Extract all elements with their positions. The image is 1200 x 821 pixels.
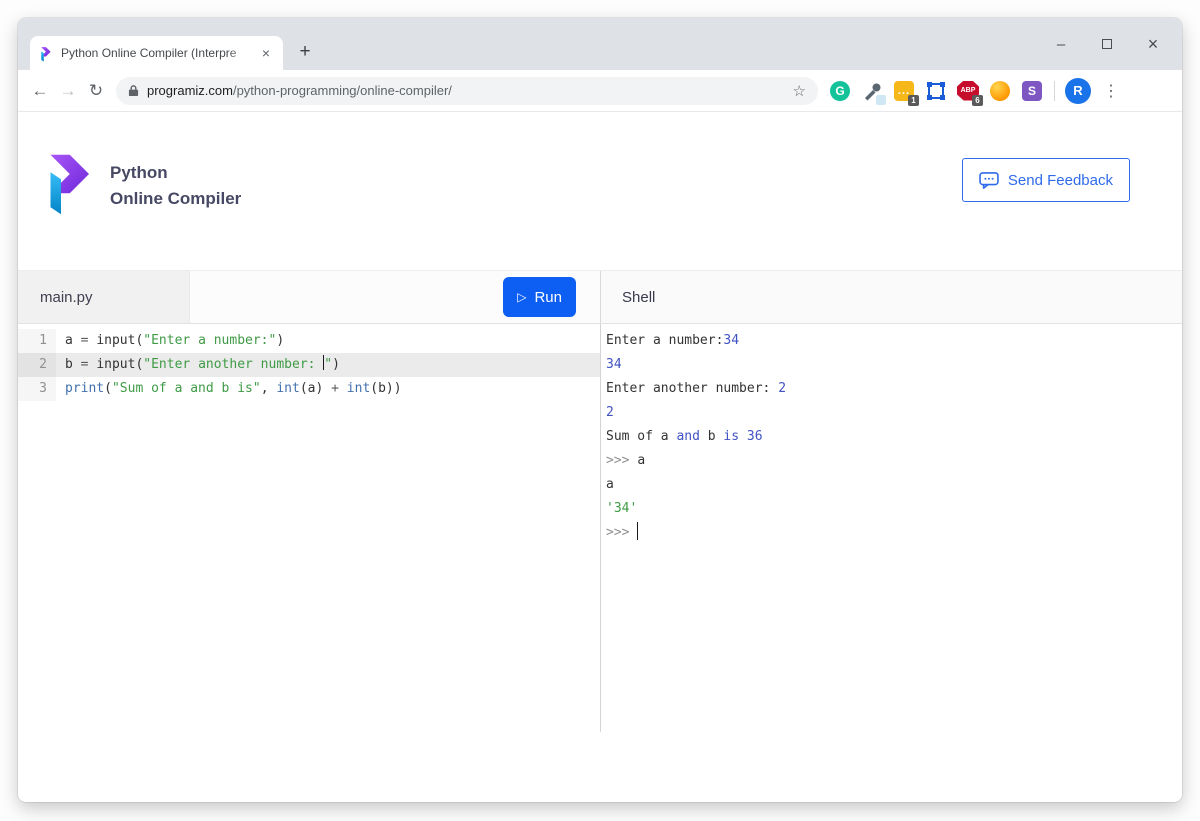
programiz-logo-icon	[40, 146, 96, 216]
page-content: Python Online Compiler Send Feedback mai…	[18, 112, 1182, 802]
run-label: Run	[534, 289, 562, 306]
run-button[interactable]: ▷ Run	[503, 277, 576, 317]
orange-circle-icon	[990, 81, 1010, 101]
browser-navbar: ← → ↻ programiz.com/python-programming/o…	[18, 70, 1182, 112]
line-number: 2	[18, 353, 56, 377]
extensions-row: G ... 1 ABP	[824, 78, 1127, 104]
chat-bubble-icon	[979, 172, 999, 189]
reload-button[interactable]: ↻	[82, 77, 110, 105]
address-bar[interactable]: programiz.com/python-programming/online-…	[116, 77, 818, 105]
brand-text: Python Online Compiler	[110, 160, 241, 212]
brand-line-1: Python	[110, 160, 241, 186]
profile-avatar[interactable]: R	[1065, 78, 1091, 104]
shell-line[interactable]: '34'	[606, 497, 1182, 521]
shell-line[interactable]: >>>	[606, 521, 1182, 545]
browser-titlebar: Python Online Compiler (Interpre × + – ×	[18, 18, 1182, 70]
extension-colorzilla[interactable]	[860, 79, 884, 103]
extension-adblock-plus[interactable]: ABP 6	[956, 79, 980, 103]
extension-notes[interactable]: ... 1	[892, 79, 916, 103]
toolbar-middle: ▷ Run	[190, 271, 600, 323]
lock-icon	[128, 84, 139, 97]
shell-line[interactable]: 2	[606, 401, 1182, 425]
back-button[interactable]: ←	[26, 77, 54, 105]
url-path: /python-programming/online-compiler/	[233, 83, 452, 98]
colorzilla-badge	[876, 95, 886, 105]
shell-line[interactable]: Sum of a and b is 36	[606, 425, 1182, 449]
code-text: b = input("Enter another number: ")	[56, 353, 600, 377]
ide-panes: 1a = input("Enter a number:")2b = input(…	[18, 324, 1182, 732]
send-feedback-label: Send Feedback	[1008, 172, 1113, 189]
browser-window: Python Online Compiler (Interpre × + – ×…	[18, 18, 1182, 802]
text-cursor	[637, 522, 638, 540]
minimize-button[interactable]: –	[1038, 18, 1084, 70]
code-text: print("Sum of a and b is", int(a) + int(…	[56, 377, 402, 401]
new-tab-button[interactable]: +	[292, 39, 318, 65]
shell-line[interactable]: 34	[606, 353, 1182, 377]
code-line[interactable]: 3print("Sum of a and b is", int(a) + int…	[18, 377, 600, 401]
send-feedback-button[interactable]: Send Feedback	[962, 158, 1130, 202]
abp-badge: 6	[972, 95, 983, 106]
code-text: a = input("Enter a number:")	[56, 329, 284, 353]
code-line[interactable]: 2b = input("Enter another number: ")	[18, 353, 600, 377]
bookmark-star-icon[interactable]: ☆	[787, 82, 812, 100]
extension-orange[interactable]	[988, 79, 1012, 103]
grammarly-icon: G	[830, 81, 850, 101]
ide-toolbar: main.py ▷ Run Shell	[18, 270, 1182, 324]
code-line[interactable]: 1a = input("Enter a number:")	[18, 329, 600, 353]
brand-line-2: Online Compiler	[110, 186, 241, 212]
forward-button[interactable]: →	[54, 77, 82, 105]
play-icon: ▷	[517, 290, 526, 304]
file-tab-mainpy[interactable]: main.py	[18, 271, 190, 323]
url-text: programiz.com/python-programming/online-…	[147, 83, 452, 98]
maximize-button[interactable]	[1084, 18, 1130, 70]
site-header: Python Online Compiler Send Feedback	[18, 112, 1182, 270]
close-button[interactable]: ×	[1130, 18, 1176, 70]
shell-line[interactable]: Enter another number: 2	[606, 377, 1182, 401]
page-footer-space	[18, 732, 1182, 802]
line-number: 3	[18, 377, 56, 401]
browser-menu-icon[interactable]: ⋮	[1095, 81, 1127, 101]
browser-tab[interactable]: Python Online Compiler (Interpre ×	[30, 36, 283, 70]
extension-page-ruler[interactable]	[924, 79, 948, 103]
toolbar-separator	[1054, 81, 1055, 101]
tab-title: Python Online Compiler (Interpre	[61, 46, 257, 60]
brand[interactable]: Python Online Compiler	[40, 146, 241, 216]
extension-grammarly[interactable]: G	[828, 79, 852, 103]
tab-close-icon[interactable]: ×	[257, 45, 275, 61]
line-number: 1	[18, 329, 56, 353]
shell-line[interactable]: Enter a number:34	[606, 329, 1182, 353]
extension-stylish[interactable]: S	[1020, 79, 1044, 103]
frame-grid-icon	[926, 81, 946, 101]
stylish-icon: S	[1022, 81, 1042, 101]
url-domain: programiz.com	[147, 83, 233, 98]
code-editor[interactable]: 1a = input("Enter a number:")2b = input(…	[18, 324, 600, 732]
notes-badge: 1	[908, 95, 919, 106]
programiz-favicon-icon	[38, 45, 53, 62]
shell-output[interactable]: Enter a number:3434Enter another number:…	[600, 324, 1182, 732]
shell-line[interactable]: a	[606, 473, 1182, 497]
shell-line[interactable]: >>> a	[606, 449, 1182, 473]
window-controls: – ×	[1038, 18, 1176, 70]
maximize-icon	[1102, 39, 1112, 49]
shell-header: Shell	[600, 271, 1182, 323]
